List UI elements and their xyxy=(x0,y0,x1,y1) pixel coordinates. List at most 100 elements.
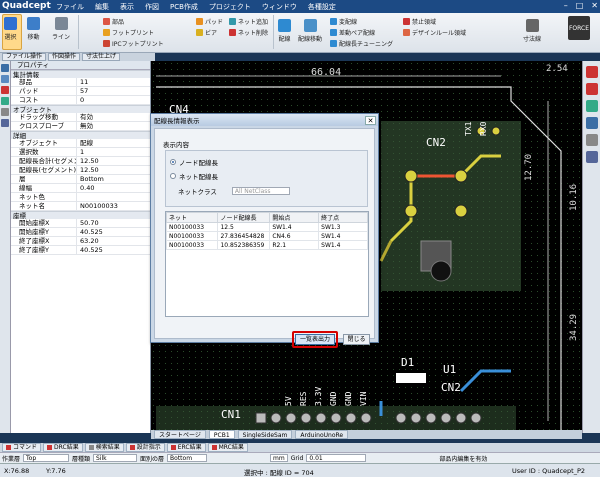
property-row[interactable]: 選択数 1 xyxy=(11,148,150,157)
tab-finish[interactable]: 寸法仕上げ xyxy=(82,53,121,61)
tab-design[interactable]: 設計指示 xyxy=(125,443,165,452)
net-icon[interactable] xyxy=(1,97,9,105)
property-value[interactable]: 40.525 xyxy=(77,228,150,236)
pad-button[interactable]: パッド xyxy=(196,17,223,26)
layer-type-select[interactable]: Silk xyxy=(93,454,138,462)
net-class-select[interactable]: All NetClass xyxy=(231,187,290,195)
view-icon[interactable] xyxy=(586,151,598,163)
property-value[interactable]: 配線 xyxy=(77,139,150,147)
footprint-button[interactable]: フットプリント xyxy=(103,28,154,37)
tab-singleside[interactable]: SingleSideSam xyxy=(237,430,293,439)
property-row[interactable]: 開始座標Y 40.525 xyxy=(11,228,150,237)
property-row[interactable]: 線幅 0.40 xyxy=(11,184,150,193)
menu-project[interactable]: プロジェクト xyxy=(209,2,251,12)
menu-file[interactable]: ファイル xyxy=(56,2,84,12)
display-layer-select[interactable]: Bottom xyxy=(167,454,208,462)
work-layer-select[interactable]: Top xyxy=(23,454,70,462)
property-row[interactable]: クロスプローブ 無効 xyxy=(11,122,150,131)
wiring-button[interactable]: 配線 xyxy=(278,19,291,43)
wire-tuning-button[interactable]: 配線長チューニング xyxy=(330,39,393,48)
property-value[interactable]: 0 xyxy=(77,96,150,104)
property-category[interactable]: 詳細 xyxy=(11,131,150,140)
col-node-length[interactable]: ノード配線長 xyxy=(217,212,271,223)
design-rule-button[interactable]: デザインルール領域 xyxy=(403,28,466,37)
tab-arduino[interactable]: ArduinoUnoRe xyxy=(295,430,349,439)
property-value[interactable]: 12.50 xyxy=(77,166,150,174)
menu-edit[interactable]: 編集 xyxy=(95,2,109,12)
col-net[interactable]: ネット xyxy=(165,212,219,223)
table-row[interactable]: N00100033 12.5 SW1.4 SW1.3 xyxy=(165,222,368,232)
property-row[interactable]: ネット名 N00100033 xyxy=(11,202,150,211)
force-button[interactable]: FORCE xyxy=(568,16,590,40)
layer-icon[interactable] xyxy=(1,75,9,83)
property-category[interactable]: 集計情報 xyxy=(11,70,150,79)
table-row[interactable]: N00100033 27.836454828 CN4.6 SW1.4 xyxy=(165,231,368,241)
maximize-button[interactable]: □ xyxy=(576,1,584,10)
line-button[interactable]: ライン xyxy=(52,17,70,41)
property-value[interactable]: 12.50 xyxy=(77,157,150,165)
property-row[interactable]: パッド 57 xyxy=(11,87,150,96)
forbid-area-button[interactable]: 禁止領域 xyxy=(403,17,436,26)
property-value[interactable]: 1 xyxy=(77,148,150,156)
parts-list-icon[interactable] xyxy=(1,86,9,94)
tab-draw-ops[interactable]: 作図操作 xyxy=(48,53,81,61)
tab-pcb1[interactable]: PCB1 xyxy=(208,430,235,439)
export-list-button[interactable]: 一覧表出力 xyxy=(295,334,335,345)
property-value[interactable]: 50.70 xyxy=(77,219,150,227)
dimension-button[interactable]: 寸法線 xyxy=(523,19,541,43)
menu-pcb[interactable]: PCB作成 xyxy=(170,2,198,12)
property-category[interactable]: オブジェクト xyxy=(11,105,150,114)
menu-window[interactable]: ウィンドウ xyxy=(262,2,297,12)
property-value[interactable]: 40.525 xyxy=(77,246,150,254)
property-value[interactable]: 57 xyxy=(77,87,150,95)
error-icon[interactable] xyxy=(586,83,598,95)
property-value[interactable]: Bottom xyxy=(77,175,150,183)
property-row[interactable]: 終了座標Y 40.525 xyxy=(11,246,150,255)
property-value[interactable] xyxy=(77,193,150,201)
menu-view[interactable]: 表示 xyxy=(120,2,134,12)
move-button[interactable]: 移動 xyxy=(27,17,40,41)
settings-icon[interactable] xyxy=(1,119,9,127)
property-row[interactable]: 部品 11 xyxy=(11,78,150,87)
property-row[interactable]: ネット色 xyxy=(11,193,150,202)
menu-settings[interactable]: 各種設定 xyxy=(308,2,336,12)
dialog-close-icon[interactable]: ✕ xyxy=(365,115,376,125)
dialog-close-button[interactable]: 閉じる xyxy=(343,334,370,345)
tab-erc[interactable]: ERC結果 xyxy=(166,443,206,452)
property-value[interactable]: 無効 xyxy=(77,122,150,130)
property-row[interactable]: ドラッグ移動 有効 xyxy=(11,113,150,122)
grid-icon[interactable] xyxy=(586,134,598,146)
net-add-button[interactable]: ネット追加 xyxy=(229,17,268,26)
layer-toggle-icon[interactable] xyxy=(586,117,598,129)
tab-search[interactable]: 検索結果 xyxy=(84,443,124,452)
unit-select[interactable]: mm xyxy=(270,454,288,462)
ipc-footprint-button[interactable]: IPCフットプリント xyxy=(103,39,164,48)
property-value[interactable]: 有効 xyxy=(77,113,150,121)
tab-mrc[interactable]: MRC結果 xyxy=(207,443,248,452)
property-row[interactable]: 開始座標X 50.70 xyxy=(11,219,150,228)
radio-net-length[interactable]: ネット配線長 xyxy=(170,171,218,181)
property-row[interactable]: コスト 0 xyxy=(11,96,150,105)
property-value[interactable]: 63.20 xyxy=(77,237,150,245)
net-delete-button[interactable]: ネット削除 xyxy=(229,28,268,37)
property-row[interactable]: 層 Bottom xyxy=(11,175,150,184)
wire-move-button[interactable]: 配線移動 xyxy=(298,19,322,43)
via-button[interactable]: ビア xyxy=(196,28,217,37)
parts-button[interactable]: 部品 xyxy=(103,17,124,26)
tab-command[interactable]: コマンド xyxy=(2,443,42,452)
drc-icon[interactable] xyxy=(586,66,598,78)
diff-pair-button[interactable]: 差動ペア配線 xyxy=(330,28,375,37)
menu-draw[interactable]: 作図 xyxy=(145,2,159,12)
radio-node-length[interactable]: ノード配線長 xyxy=(170,157,218,167)
minimize-button[interactable]: – xyxy=(564,1,568,10)
property-row[interactable]: 配線長合計(セグメント)12.50 xyxy=(11,157,150,166)
grid-label[interactable]: Grid xyxy=(291,455,304,462)
property-row[interactable]: 配線長(セグメント) 12.50 xyxy=(11,166,150,175)
check-icon[interactable] xyxy=(586,100,598,112)
tab-start-page[interactable]: スタートページ xyxy=(154,430,206,439)
tab-drc[interactable]: DRC結果 xyxy=(43,443,83,452)
col-start[interactable]: 開始点 xyxy=(269,212,320,223)
col-end[interactable]: 終了点 xyxy=(318,212,368,223)
property-category[interactable]: 座標 xyxy=(11,211,150,220)
search-icon[interactable] xyxy=(1,108,9,116)
